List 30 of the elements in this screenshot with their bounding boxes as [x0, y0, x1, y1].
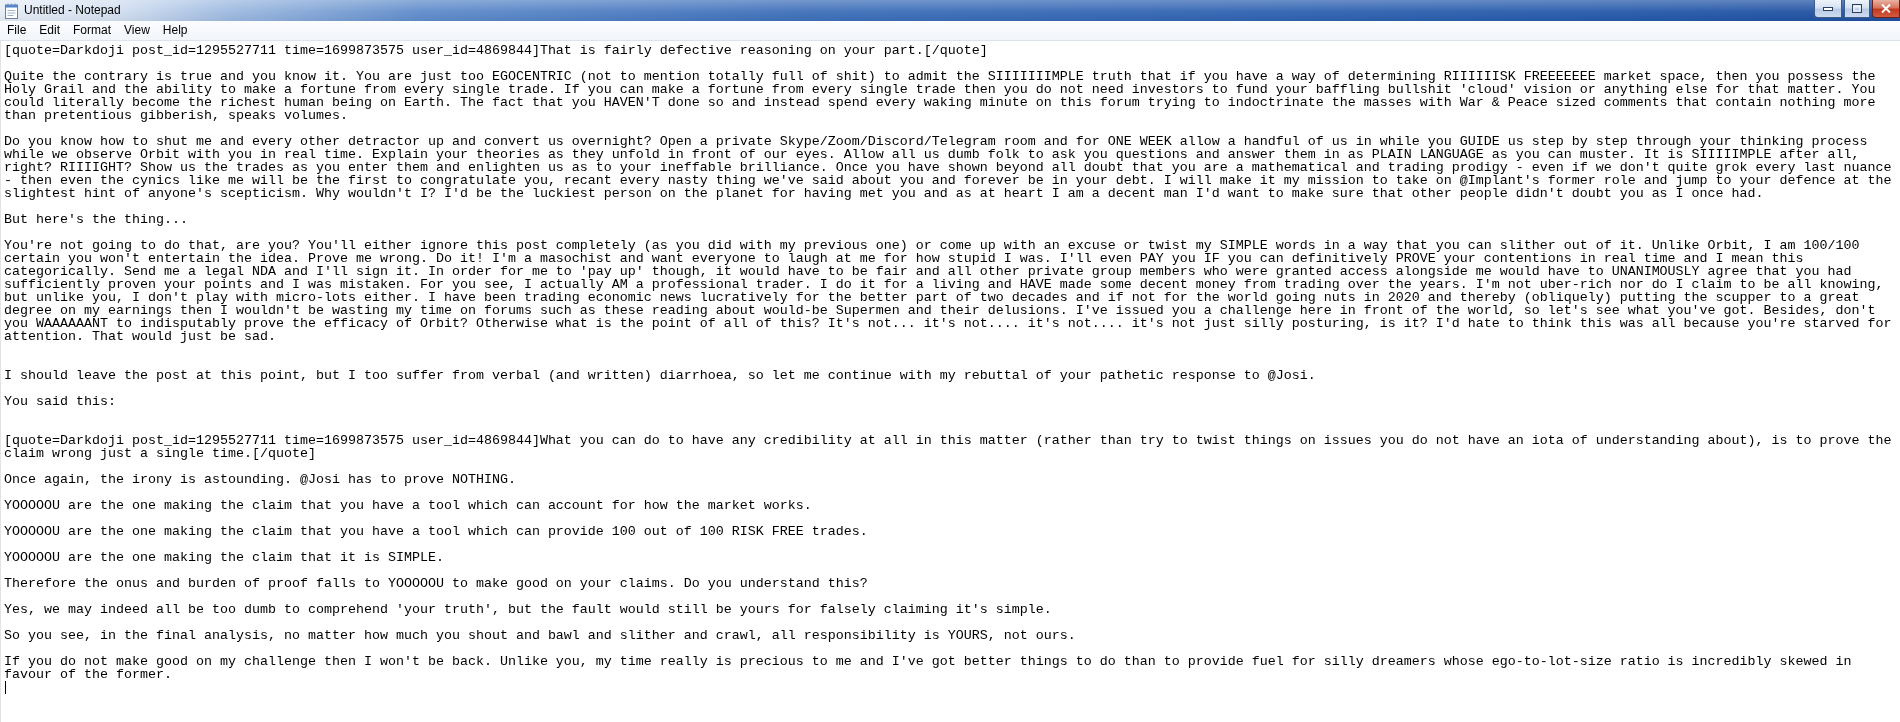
menu-item[interactable]: View — [118, 22, 156, 39]
paragraph: [quote=Darkdoji post_id=1295527711 time=1699873575 user_id=4869844]What you can do to have any credibility at all in this matter (rather than try to twist things on issues you do not have an iota of understanding about), is to prove the claim wrong just a single time.[/quote] — [4, 434, 1892, 460]
paragraph: Do you know how to shut me and every other detractor up and convert us overnight? Open a private Skype/Zoom/Discord/Telegram room and for ONE WEEK allow a handful of us in while you GUIDE us step by step through your thinking process while we observe Orbit with you in real time. Explain your theories as they unfold in front of our eyes. Allow all us dumb folk to ask you questions and answer them in as PLAIN LANGUAGE as you can muster. It is SIIIIIMPLE after all, right? RIIIIGHT? Show us the trades as you enter them and enlighten us as to your ineffable brilliance. Once you have shown beyond all doubt that you are a mathematical and trading prodigy - even if we don't quite grok every last nuance - then even the cynics like me will be the first to congratulate you, recant every nasty thing we've said about you and forever be in your debt. I will make it my mission to take on @Implant's former role and jump to your defence at the slightest hint of anyone's scepticism. Why wouldn't I? I'd be the luckiest person on the planet for having met you and as at heart I am a decent man I'd want to make sure that other people didn't doubt you as I once had. — [4, 135, 1892, 200]
paragraph: Yes, we may indeed all be too dumb to comprehend 'your truth', but the fault would still be yours for falsely claiming it's simple. — [4, 603, 1052, 616]
maximize-button[interactable] — [1844, 0, 1870, 18]
paragraph: Quite the contrary is true and you know it. You are just too EGOCENTRIC (not to mention totally full of shit) to admit the SIIIIIIIMPLE truth that if you have a way of determining RIIIIIISK FREEEEEEE market space, then you possess the Holy Grail and the ability to make a fortune from every single trade. If you can make a fortune from every single trade then you do not need investors to fund your baffling bullshit 'cloud' vision or anything else for that matter. You could literally become the richest human being on Earth. The fact that you HAVEN'T done so and instead spend every waking minute on this forum trying to indoctrinate the masses with War & Peace sized comments that contain nothing more than pretentious gibberish, speaks volumes. — [4, 70, 1876, 122]
paragraph: YOOOOOU are the one making the claim that you have a tool which can provide 100 out of 100 RISK FREE trades. — [4, 525, 868, 538]
menu-item[interactable]: Format — [67, 22, 118, 39]
close-button[interactable] — [1872, 0, 1900, 18]
paragraph: So you see, in the final analysis, no matter how much you shout and bawl and slither and crawl, all responsibility is YOURS, not ours. — [4, 629, 1076, 642]
window-title: Untitled - Notepad — [24, 3, 121, 18]
paragraph: Once again, the irony is astounding. @Josi has to prove NOTHING. — [4, 473, 516, 486]
paragraph: You're not going to do that, are you? You'll either ignore this post completely (as you did with my previous one) or come up with an excuse or twist my SIMPLE words in a way that you can slither out of it. Unlike Orbit, I am 100/100 certain you won't entertain the idea. Prove me wrong. Do it! I'm a masochist and want everyone to laugh at me for how stupid I was. I'll even PAY you IF you can definitively PROVE your contentions in real time and I mean this categorically. Send me a legal NDA and I'll sign it. In order for me to 'pay up' though, it would have to be fair and all other private group members who were granted access alongside me would have to UNANIMOUSLY agree that you had sufficiently proven your points and I was mistaken. For you see, I actually AM a professional trader. I do it for a living and HAVE made some decent money from trading over the years. I'm not uber-rich nor do I claim to be all knowing, but unlike you, I don't play with micro-lots either. I have been trading economic news lucratively for the better part of two decades and if not for the world going nuts in 2020 and thereby (obliquely) putting the scupper to a great degree on my earnings then I wouldn't be wasting my time on forums such as these reading about would-be Supermen and their delusions. I've issued you a challenge here in front of the world, so let's see what you've got. Besides, don't you WAAAAAANT to indisputably prove the efficacy of Orbit? Otherwise what is the point of all of this? It's not... it's not.... it's not.... it's not just silly posturing, is it? I'd hate to think this was all because you're starved for attention. That would just be sad. — [4, 239, 1892, 343]
paragraph: If you do not make good on my challenge then I won't be back. Unlike you, my time really is precious to me and I've got better things to do than to provide fuel for silly dreamers whose ego-to-lot-size ratio is incredibly skewed in favour of the former. — [4, 655, 1852, 681]
menu-item[interactable]: Edit — [33, 22, 67, 39]
paragraph: [quote=Darkdoji post_id=1295527711 time=1699873575 user_id=4869844]That is fairly defective reasoning on your part.[/quote] — [4, 44, 988, 57]
paragraph: But here's the thing... — [4, 213, 188, 226]
menu-item[interactable]: Help — [156, 22, 194, 39]
menu-item[interactable]: File — [1, 22, 33, 39]
paragraph: You said this: — [4, 395, 116, 408]
paragraph: YOOOOOU are the one making the claim that you have a tool which can account for how the market works. — [4, 499, 812, 512]
paragraph: YOOOOOU are the one making the claim that it is SIMPLE. — [4, 551, 444, 564]
paragraph: Therefore the onus and burden of proof falls to YOOOOOU to make good on your claims. Do you understand this? — [4, 577, 868, 590]
minimize-icon — [1823, 6, 1833, 11]
close-icon — [1881, 4, 1891, 13]
minimize-button[interactable] — [1814, 0, 1842, 18]
text-cursor — [5, 681, 6, 694]
maximize-icon — [1852, 4, 1862, 13]
paragraph: I should leave the post at this point, but I too suffer from verbal (and written) diarrhoea, so let me continue with my rebuttal of your pathetic response to @Josi. — [4, 369, 1316, 382]
notepad-icon — [4, 3, 19, 19]
